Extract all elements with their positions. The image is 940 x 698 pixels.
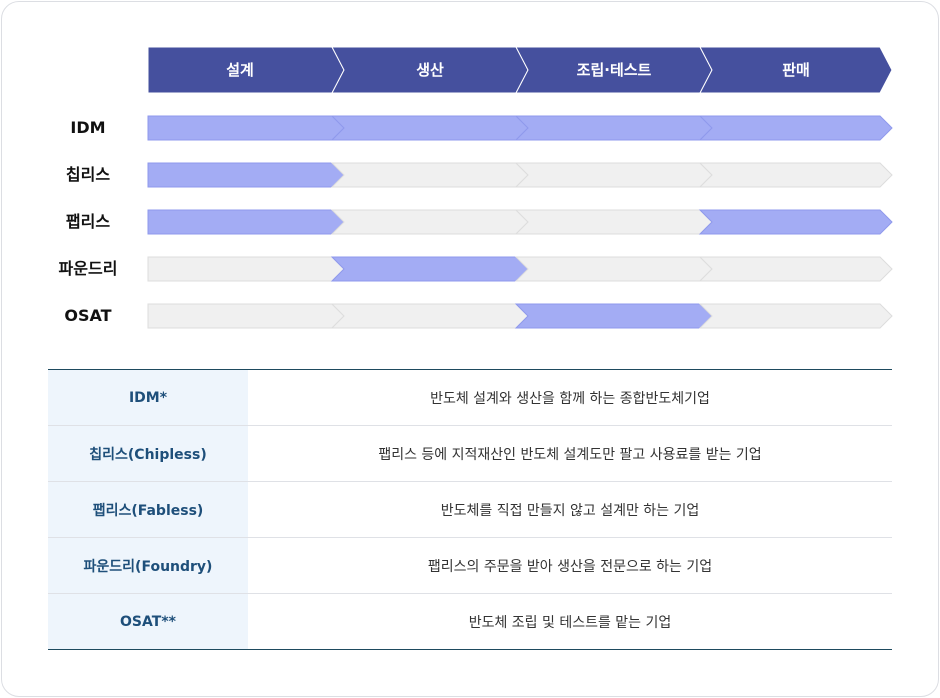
description-cell: 반도체 설계와 생산을 함께 하는 종합반도체기업 (248, 369, 892, 426)
inactive-stage-chevron (698, 162, 893, 188)
description-cell: 팹리스의 주문을 받아 생산을 전문으로 하는 기업 (248, 537, 892, 594)
active-stage-chevron (147, 162, 345, 188)
row-label-chipless: 칩리스 (65, 165, 111, 184)
definitions-table: IDM* 반도체 설계와 생산을 함께 하는 종합반도체기업 칩리스(Chipl… (48, 369, 892, 650)
table-row: IDM* 반도체 설계와 생산을 함께 하는 종합반도체기업 (48, 369, 892, 426)
inactive-stage-chevron (147, 303, 345, 329)
row-label-osat: OSAT (64, 306, 112, 325)
stage-label: 생산 (416, 61, 444, 79)
term-cell: 파운드리(Foundry) (48, 537, 248, 594)
term-cell: 칩리스(Chipless) (48, 425, 248, 482)
inactive-stage-chevron (698, 303, 893, 329)
inactive-stage-chevron (514, 256, 713, 282)
term-cell: OSAT** (48, 593, 248, 650)
inactive-stage-chevron (147, 256, 345, 282)
active-stage-chevron (698, 115, 893, 141)
table-row: 칩리스(Chipless) 팹리스 등에 지적재산인 반도체 설계도만 팔고 사… (48, 425, 892, 482)
inactive-stage-chevron (698, 256, 893, 282)
inactive-stage-chevron (330, 209, 529, 235)
stage-label: 조립·테스트 (577, 61, 652, 79)
stage-label: 설계 (226, 61, 254, 79)
active-stage-chevron (330, 115, 529, 141)
active-stage-chevron (514, 115, 713, 141)
inactive-stage-chevron (330, 303, 529, 329)
active-stage-chevron (698, 209, 893, 235)
description-cell: 팹리스 등에 지적재산인 반도체 설계도만 팔고 사용료를 받는 기업 (248, 425, 892, 482)
inactive-stage-chevron (330, 162, 529, 188)
term-cell: 팹리스(Fabless) (48, 481, 248, 538)
term-cell: IDM* (48, 369, 248, 426)
inactive-stage-chevron (514, 162, 713, 188)
description-cell: 반도체를 직접 만들지 않고 설계만 하는 기업 (248, 481, 892, 538)
inactive-stage-chevron (514, 209, 713, 235)
table-row: 파운드리(Foundry) 팹리스의 주문을 받아 생산을 전문으로 하는 기업 (48, 537, 892, 594)
row-label-foundry: 파운드리 (58, 259, 118, 278)
active-stage-chevron (147, 209, 345, 235)
row-label-fabless: 팹리스 (65, 212, 111, 231)
table-row: 팹리스(Fabless) 반도체를 직접 만들지 않고 설계만 하는 기업 (48, 481, 892, 538)
value-chain-diagram: 설계 생산 조립·테스트 판매 (147, 46, 893, 329)
stage-label: 판매 (782, 61, 810, 79)
table-row: OSAT** 반도체 조립 및 테스트를 맡는 기업 (48, 593, 892, 650)
row-label-idm: IDM (70, 118, 106, 137)
active-stage-chevron (147, 115, 345, 141)
active-stage-chevron (514, 303, 713, 329)
active-stage-chevron (330, 256, 529, 282)
description-cell: 반도체 조립 및 테스트를 맡는 기업 (248, 593, 892, 650)
